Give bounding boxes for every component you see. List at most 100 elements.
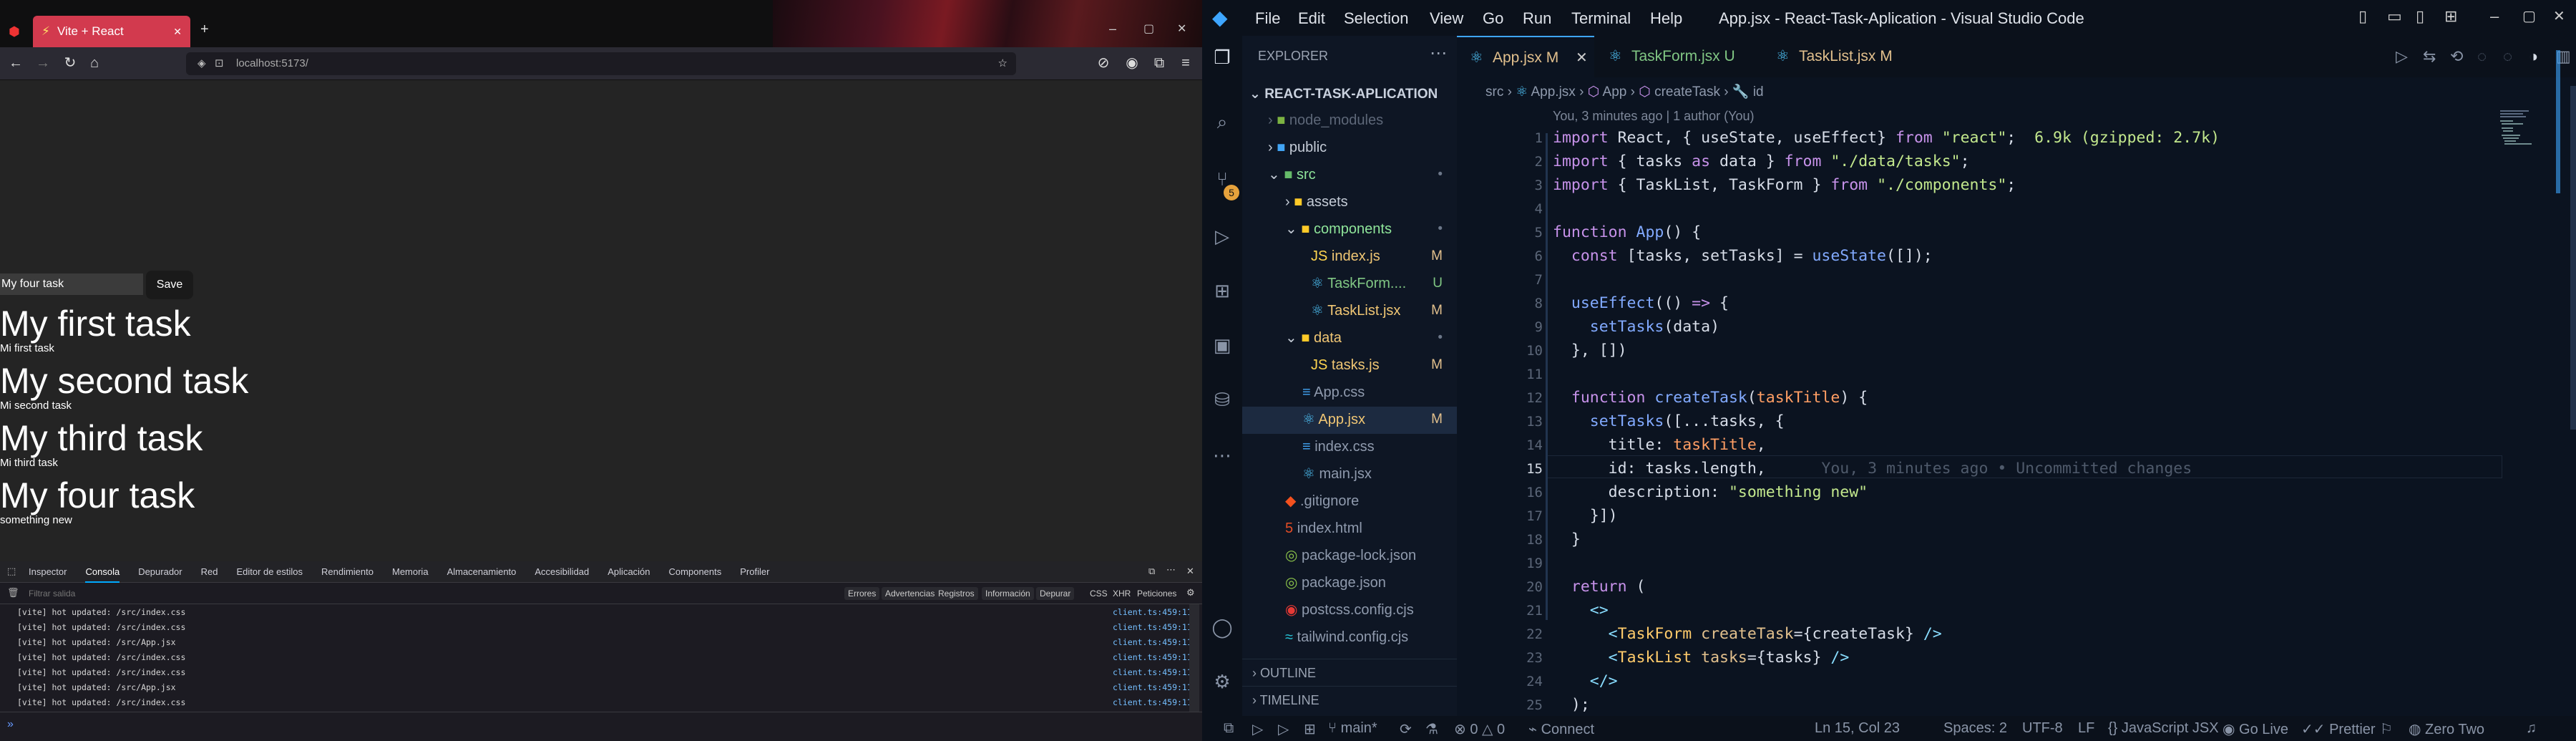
project-root[interactable]: ⌄ REACT-TASK-APLICATION [1249, 86, 1438, 102]
new-tab-button[interactable]: + [200, 21, 209, 38]
timeline-section[interactable]: › TIMELINE [1242, 686, 1457, 713]
debug-icon[interactable]: ▷ [1252, 720, 1263, 738]
devtools-tab-storage[interactable]: Almacenamiento [447, 566, 517, 577]
outline-section[interactable]: › OUTLINE [1242, 659, 1457, 686]
vs-maximize-button[interactable]: ▢ [2522, 7, 2536, 25]
devtools-tab-memory[interactable]: Memoria [392, 566, 429, 577]
tree-item-file[interactable]: ≈ tailwind.config.cjs [1285, 624, 1408, 650]
connect-status[interactable]: ⌁ Connect [1528, 720, 1594, 738]
devtools-tab-style-editor[interactable]: Editor de estilos [236, 566, 303, 577]
element-picker-icon[interactable]: ⬚ [7, 566, 16, 577]
back-arrow-icon[interactable]: ← [7, 54, 24, 72]
filter-logs[interactable]: Registros [935, 587, 978, 600]
breadcrumb-item[interactable]: id [1753, 84, 1764, 100]
tree-item-folder[interactable]: ⌄ ■ data [1285, 325, 1342, 351]
more-views-icon[interactable]: ⋯ [1211, 444, 1234, 467]
extensions-icon[interactable]: ⊞ [1211, 279, 1234, 302]
menu-selection[interactable]: Selection [1344, 9, 1409, 28]
remote-icon[interactable]: ⧉ [1224, 720, 1234, 737]
toggle-sidebar-icon[interactable]: ▯ [2358, 7, 2367, 26]
sync-icon[interactable]: ⟳ [1400, 720, 1412, 738]
bookmark-star-icon[interactable]: ☆ [998, 52, 1008, 75]
accounts-icon[interactable]: ◯ [1211, 616, 1234, 639]
git-blame-icon[interactable]: ◑ [2529, 47, 2538, 66]
console-log-source[interactable]: client.ts:459:11 [1113, 637, 1192, 647]
console-log-source[interactable]: client.ts:459:11 [1113, 622, 1192, 632]
close-tab-icon[interactable]: ✕ [173, 26, 182, 38]
explorer-files-icon[interactable]: ❐ [1211, 46, 1234, 69]
feedback-icon[interactable]: ⚐ [2380, 720, 2393, 738]
notifications-bell-icon[interactable]: ♫ [2526, 720, 2537, 737]
layout-icon[interactable]: ⊞ [1304, 720, 1316, 738]
filter-info[interactable]: Información [982, 587, 1034, 600]
console-log-source[interactable]: client.ts:459:11 [1113, 697, 1192, 707]
account-icon[interactable]: ◉ [1123, 54, 1141, 72]
tree-item-file[interactable]: ◎ package-lock.json [1285, 543, 1416, 568]
filter-xhr[interactable]: XHR [1109, 587, 1134, 600]
filter-debug[interactable]: Depurar [1036, 587, 1075, 600]
url-bar[interactable]: ◈ ⊡ localhost:5173/ ☆ [186, 52, 1016, 75]
toggle-secondary-sidebar-icon[interactable]: ▯ [2416, 7, 2424, 26]
devtools-tab-debugger[interactable]: Depurador [138, 566, 182, 577]
devtools-tab-console[interactable]: Consola [85, 566, 120, 583]
console-settings-icon[interactable]: ⚙ [1186, 587, 1195, 599]
menu-help[interactable]: Help [1650, 9, 1682, 28]
search-icon[interactable]: ⌕ [1211, 110, 1234, 133]
console-log-source[interactable]: client.ts:459:11 [1113, 682, 1192, 692]
extension-status-icon[interactable]: ⚗ [1425, 720, 1438, 738]
manage-gear-icon[interactable]: ⚙ [1211, 670, 1234, 693]
line-ending[interactable]: LF [2078, 720, 2094, 737]
previous-change-icon[interactable]: ◌ [2477, 47, 2487, 66]
tree-item-folder[interactable]: ⌄ ■ components [1285, 216, 1392, 242]
toggle-panel-icon[interactable]: ▭ [2387, 7, 2402, 26]
breadcrumb-item[interactable]: App [1603, 84, 1627, 100]
trash-icon[interactable]: 🗑 [7, 587, 19, 599]
run-debug-icon[interactable]: ▷ [1211, 225, 1234, 248]
indentation[interactable]: Spaces: 2 [1943, 720, 2007, 737]
prettier-status[interactable]: ✓✓ Prettier [2301, 720, 2376, 738]
filter-errors[interactable]: Errores [844, 587, 880, 600]
open-changes-icon[interactable]: ⟲ [2450, 47, 2463, 66]
menu-run[interactable]: Run [1523, 9, 1551, 28]
close-window-button[interactable]: ✕ [1177, 21, 1186, 36]
filter-warnings[interactable]: Advertencias [882, 587, 939, 600]
tree-item-file[interactable]: JS index.js [1311, 243, 1380, 269]
tree-item-folder[interactable]: › ■ assets [1285, 189, 1348, 215]
home-icon[interactable]: ⌂ [86, 54, 103, 72]
editor-tab-tasklist[interactable]: ⚛ TaskList.jsx M [1763, 36, 1929, 77]
filter-css[interactable]: CSS [1086, 587, 1111, 600]
explorer-more-icon[interactable]: ⋯ [1430, 43, 1447, 64]
customize-layout-icon[interactable]: ⊞ [2444, 7, 2457, 26]
console-log-source[interactable]: client.ts:459:11 [1113, 607, 1192, 617]
console-input-row[interactable]: » [0, 712, 1202, 741]
menu-file[interactable]: File [1255, 9, 1280, 28]
save-button[interactable]: Save [146, 271, 193, 299]
minimap[interactable] [2499, 107, 2542, 165]
tree-item-file[interactable]: ◎ package.json [1285, 570, 1386, 596]
theme-status[interactable]: ◍ Zero Two [2409, 720, 2484, 738]
tree-item-folder[interactable]: ⌄ ■ src [1268, 162, 1316, 188]
branch-status[interactable]: ⑂ main* [1328, 720, 1377, 737]
tree-item-file[interactable]: ≡ index.css [1302, 434, 1375, 460]
devtools-tab-components[interactable]: Components [669, 566, 722, 577]
run-task-icon[interactable]: ▷ [1278, 720, 1289, 738]
pocket-icon[interactable]: ⊘ [1095, 54, 1112, 72]
task-title-input[interactable] [0, 273, 143, 295]
remote-explorer-icon[interactable]: ▣ [1211, 334, 1234, 357]
cursor-position[interactable]: Ln 15, Col 23 [1815, 720, 1900, 737]
tree-item-file[interactable]: ⚛ main.jsx [1302, 461, 1372, 487]
filter-requests[interactable]: Peticiones [1133, 587, 1180, 600]
tree-item-file[interactable]: ◆ .gitignore [1285, 488, 1359, 514]
devtools-tab-accessibility[interactable]: Accesibilidad [535, 566, 589, 577]
minimize-button[interactable]: – [1109, 21, 1116, 37]
breadcrumb-item[interactable]: src [1485, 84, 1503, 100]
hamburger-menu-icon[interactable]: ≡ [1177, 54, 1194, 72]
editor-tab-app[interactable]: ⚛ App.jsx M ✕ [1457, 36, 1594, 77]
editor-scrollbar[interactable] [2570, 86, 2576, 430]
close-tab-icon[interactable]: ✕ [1576, 37, 1588, 79]
forward-arrow-icon[interactable]: → [34, 54, 52, 72]
console-log-source[interactable]: client.ts:459:11 [1113, 652, 1192, 662]
devtools-tab-inspector[interactable]: Inspector [29, 566, 67, 577]
firefox-menu-icon[interactable]: ⬢ [9, 24, 20, 39]
reload-icon[interactable]: ↻ [62, 54, 79, 72]
